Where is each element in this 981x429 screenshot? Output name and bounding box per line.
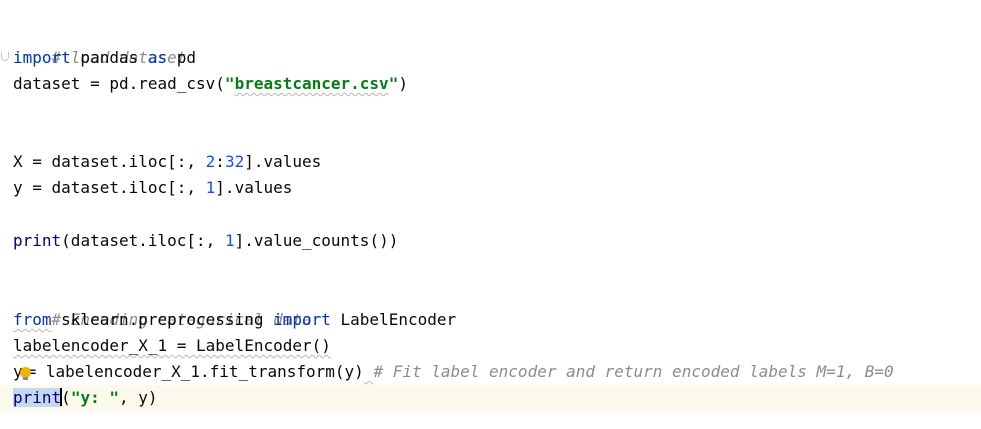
- builtin-function: print: [13, 388, 62, 407]
- code-line-5[interactable]: y = dataset.iloc[:, 1].values: [0, 175, 981, 201]
- keyword-import: import: [273, 310, 331, 329]
- code-line-1[interactable]: # load dataset: [0, 19, 981, 67]
- keyword-import: import: [13, 48, 71, 67]
- number-literal: 1: [224, 231, 235, 250]
- keyword-as: as: [147, 48, 168, 67]
- class-name: LabelEncoder: [330, 310, 457, 329]
- module-name: sklearn.preprocessing: [51, 310, 274, 329]
- code-text: (dataset.iloc[:,: [61, 231, 225, 250]
- code-text: ): [398, 74, 408, 93]
- code-line-11[interactable]: print("y: ", y): [0, 385, 981, 411]
- module-name: pandas: [70, 48, 148, 67]
- code-text: X = dataset.iloc[:,: [13, 152, 206, 171]
- code-line-3[interactable]: dataset = pd.read_csv("breastcancer.csv"…: [0, 71, 981, 97]
- code-text: :: [215, 152, 225, 171]
- code-text: y = dataset.iloc[:,: [13, 178, 206, 197]
- code-line-2[interactable]: import pandas as pd: [0, 45, 981, 71]
- number-literal: 32: [224, 152, 245, 171]
- alias-name: pd: [167, 48, 197, 67]
- string-quote: ": [224, 74, 235, 93]
- code-line-8[interactable]: from sklearn.preprocessing import LabelE…: [0, 307, 981, 333]
- lightbulb-icon[interactable]: [19, 367, 31, 380]
- string-literal: "y: ": [70, 388, 119, 407]
- code-text: ].values: [244, 152, 322, 171]
- comment: # Fit label encoder and return encoded l…: [373, 362, 894, 381]
- code-editor[interactable]: # load dataset import pandas as pd datas…: [0, 0, 981, 429]
- code-text: (: [61, 388, 71, 407]
- code-line-4[interactable]: X = dataset.iloc[:, 2:32].values: [0, 149, 981, 175]
- code-line-9[interactable]: labelencoder_X_1 = LabelEncoder(): [0, 333, 981, 359]
- code-text: dataset = pd.read_csv(: [13, 74, 225, 93]
- keyword-from: from: [13, 310, 52, 329]
- string-quote: ": [388, 74, 399, 93]
- code-text: ].values: [215, 178, 293, 197]
- code-line-7[interactable]: # Encoding categorical data: [0, 281, 981, 329]
- string-literal: breastcancer.csv: [234, 74, 389, 93]
- code-text: = labelencoder_X_1.fit_transform(y): [26, 362, 364, 381]
- number-literal: 1: [205, 178, 216, 197]
- number-literal: 2: [205, 152, 216, 171]
- builtin-function: print: [13, 231, 62, 250]
- code-line-6[interactable]: print(dataset.iloc[:, 1].value_counts()): [0, 228, 981, 254]
- code-line-10[interactable]: y = labelencoder_X_1.fit_transform(y) # F…: [0, 359, 981, 385]
- code-text: , y): [118, 388, 158, 407]
- code-text: labelencoder_X_1 = LabelEncoder(): [13, 336, 331, 355]
- code-text: ].value_counts()): [234, 231, 399, 250]
